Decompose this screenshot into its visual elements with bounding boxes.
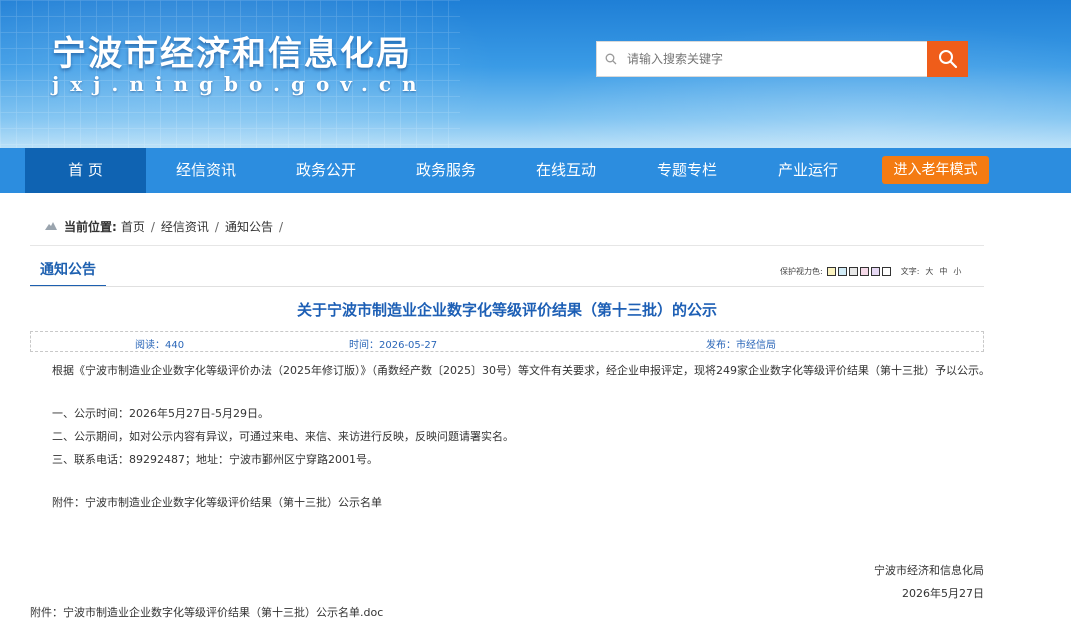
attachment-note: 附件：宁波市制造业企业数字化等级评价结果（第十三批）公示名单 (52, 496, 382, 509)
font-size-small[interactable]: 小 (953, 266, 961, 277)
search-box[interactable] (596, 41, 928, 77)
eye-protect-label: 保护视力色: (780, 267, 823, 276)
article-item-2: 二、公示期间，如对公示内容有异议，可通过来电、来信、来访进行反映，反映问题请署实… (52, 430, 514, 443)
nav-item-industry[interactable]: 产业运行 (748, 148, 868, 193)
color-swatch-gray[interactable] (848, 267, 858, 276)
section-title[interactable]: 通知公告 (30, 257, 106, 287)
site-title[interactable]: 宁波市经济和信息化局 (52, 26, 412, 75)
breadcrumb: 当前位置: 首页 / 经信资讯 / 通知公告 / (44, 218, 289, 235)
nav-item-gov-services[interactable]: 政务服务 (386, 148, 506, 193)
article-title: 关于宁波市制造业企业数字化等级评价结果（第十三批）的公示 (296, 301, 717, 319)
elder-mode-button[interactable]: 进入老年模式 (882, 156, 989, 184)
signature-date: 2026年5月27日 (902, 587, 984, 600)
signature-org: 宁波市经济和信息化局 (874, 564, 984, 577)
search-button-icon (938, 50, 957, 69)
reading-tools: 保护视力色: 文字: 大 中 小 (780, 266, 961, 277)
font-size-large[interactable]: 大 (925, 266, 933, 277)
search-input[interactable] (625, 51, 915, 67)
site-domain: jxj.ningbo.gov.cn (52, 72, 428, 96)
nav-item-home[interactable]: 首 页 (25, 148, 146, 193)
color-swatch-pink[interactable] (859, 267, 869, 276)
divider (30, 245, 984, 246)
attachment-link[interactable]: 附件：宁波市制造业企业数字化等级评价结果（第十三批）公示名单.doc (30, 604, 383, 620)
breadcrumb-news[interactable]: 经信资讯 (161, 218, 209, 235)
search-button[interactable] (927, 41, 968, 77)
color-swatch-white[interactable] (881, 267, 891, 276)
breadcrumb-separator: / (214, 219, 219, 234)
article-paragraph: 根据《宁波市制造业企业数字化等级评价办法（2025年修订版）》（甬数经产数〔20… (52, 364, 990, 377)
article-meta: 阅读：440 时间：2026-05-27 发布：市经信局 (30, 331, 984, 352)
breadcrumb-separator: / (278, 219, 283, 234)
breadcrumb-label: 当前位置: (64, 220, 117, 234)
publish-time: 时间：2026-05-27 (349, 340, 438, 351)
nav-item-gov-affairs[interactable]: 政务公开 (266, 148, 386, 193)
font-size-label: 文字: (900, 267, 920, 276)
breadcrumb-separator: / (150, 219, 155, 234)
color-swatch-yellow[interactable] (826, 267, 836, 276)
divider (30, 286, 984, 287)
font-size-medium[interactable]: 中 (939, 266, 947, 277)
site-header: 宁波市经济和信息化局 jxj.ningbo.gov.cn (0, 0, 1071, 148)
color-swatch-purple[interactable] (870, 267, 880, 276)
nav-item-interaction[interactable]: 在线互动 (506, 148, 626, 193)
nav-item-news[interactable]: 经信资讯 (146, 148, 266, 193)
nav-item-topics[interactable]: 专题专栏 (626, 148, 748, 193)
color-swatch-blue[interactable] (837, 267, 847, 276)
breadcrumb-notices[interactable]: 通知公告 (225, 218, 273, 235)
search-icon (597, 53, 625, 65)
home-icon (44, 220, 58, 234)
read-count: 阅读：440 (135, 340, 185, 351)
article-item-1: 一、公示时间：2026年5月27日-5月29日。 (52, 407, 269, 420)
breadcrumb-home[interactable]: 首页 (121, 218, 145, 235)
article-item-3: 三、联系电话：89292487；地址：宁波市鄞州区宁穿路2001号。 (52, 453, 378, 466)
publisher: 发布：市经信局 (706, 340, 776, 351)
